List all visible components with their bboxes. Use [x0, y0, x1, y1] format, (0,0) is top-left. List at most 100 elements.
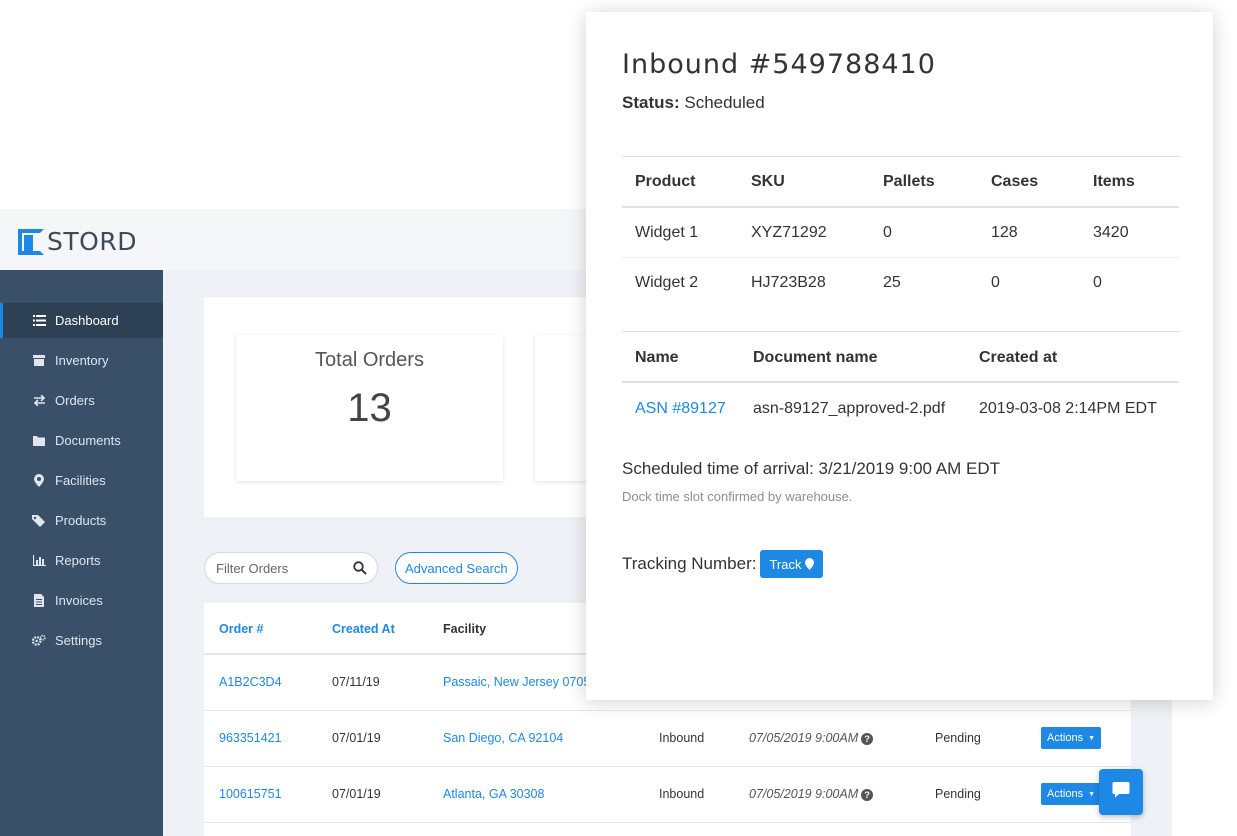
column-header-items: Items [1093, 173, 1135, 190]
modal-title: Inbound #549788410 [622, 49, 936, 80]
order-number-link[interactable]: 100615751 [219, 787, 282, 801]
table-row: Widget 2 HJ723B28 25 0 0 [622, 258, 1179, 308]
exchange-icon [32, 394, 46, 408]
map-marker-icon [804, 558, 814, 570]
column-header-pallets: Pallets [883, 173, 935, 190]
document-filename: asn-89127_approved-2.pdf [753, 400, 946, 417]
actions-dropdown-button[interactable]: Actions ▼ [1041, 727, 1102, 749]
arrival-time-text: 07/05/2019 9:00AM [749, 787, 859, 801]
column-header-created[interactable]: Created At [332, 622, 395, 636]
stord-logo[interactable]: STORD [18, 227, 137, 256]
order-type: Inbound [659, 731, 705, 745]
map-pin-icon [32, 474, 46, 488]
arrival-time: 07/05/2019 9:00AM? [749, 731, 874, 745]
table-row: 100615751 07/01/19 Atlanta, GA 30308 Inb… [204, 767, 1131, 823]
table-row: Widget 1 XYZ71292 0 128 3420 [622, 208, 1179, 258]
archive-icon [32, 354, 46, 368]
order-status: Pending [935, 787, 981, 801]
list-icon [32, 314, 46, 328]
table-row: 963351421 07/01/19 San Diego, CA 92104 I… [204, 711, 1131, 767]
help-icon[interactable]: ? [861, 733, 874, 745]
product-sku: XYZ71292 [751, 224, 827, 241]
advanced-search-button[interactable]: Advanced Search [395, 552, 518, 584]
track-label: Track [769, 556, 802, 572]
created-date: 07/01/19 [332, 787, 381, 801]
facility-link[interactable]: Passaic, New Jersey 07055 [443, 675, 597, 689]
sidebar-item-label: Orders [55, 393, 95, 408]
products-table-header: Product SKU Pallets Cases Items [622, 157, 1179, 208]
products-table: Product SKU Pallets Cases Items Widget 1… [622, 156, 1179, 308]
order-number-link[interactable]: A1B2C3D4 [219, 675, 282, 689]
arrival-time-text: 07/05/2019 9:00AM [749, 731, 859, 745]
folder-icon [32, 434, 46, 448]
sidebar-item-inventory[interactable]: Inventory [0, 343, 163, 378]
product-pallets: 25 [883, 274, 901, 291]
tracking-label: Tracking Number: [622, 554, 757, 573]
order-number-link[interactable]: 963351421 [219, 731, 282, 745]
sidebar-item-products[interactable]: Products [0, 503, 163, 538]
help-icon[interactable]: ? [861, 789, 874, 801]
product-name: Widget 1 [635, 224, 699, 241]
inbound-detail-modal: Inbound #549788410 Status: Scheduled Pro… [586, 12, 1213, 700]
sidebar-item-label: Settings [55, 633, 102, 648]
chat-button[interactable] [1099, 769, 1143, 815]
sidebar-item-label: Facilities [55, 473, 106, 488]
sidebar-item-label: Invoices [55, 593, 103, 608]
documents-table-header: Name Document name Created at [622, 332, 1179, 383]
filter-placeholder: Filter Orders [216, 560, 289, 576]
sidebar-item-label: Documents [55, 433, 121, 448]
column-header-order[interactable]: Order # [219, 622, 263, 636]
column-header-sku: SKU [751, 173, 785, 190]
sidebar-item-label: Inventory [55, 353, 109, 368]
actions-label: Actions [1047, 732, 1084, 744]
cogs-icon [32, 634, 46, 648]
created-date: 07/11/19 [332, 675, 380, 689]
column-header-facility: Facility [443, 622, 487, 636]
column-header-product: Product [635, 173, 696, 190]
total-orders-value: 13 [347, 386, 392, 430]
arrival-time: 07/05/2019 9:00AM? [749, 787, 874, 801]
arrival-note: Dock time slot confirmed by warehouse. [622, 489, 853, 504]
product-pallets: 0 [883, 224, 892, 241]
actions-dropdown-button[interactable]: Actions ▼ [1041, 783, 1102, 805]
chat-bubble-icon [1112, 781, 1130, 803]
status-label: Status: [622, 93, 680, 112]
sidebar-item-label: Products [55, 513, 107, 528]
sidebar-item-documents[interactable]: Documents [0, 423, 163, 458]
product-name: Widget 2 [635, 274, 699, 291]
file-icon [32, 594, 46, 608]
arrival-time-text: Scheduled time of arrival: 3/21/2019 9:0… [622, 459, 1000, 478]
facility-link[interactable]: Atlanta, GA 30308 [443, 787, 544, 801]
search-icon[interactable] [353, 561, 367, 578]
modal-status: Status: Scheduled [622, 93, 765, 113]
product-items: 3420 [1093, 224, 1129, 241]
tags-icon [32, 514, 46, 528]
actions-label: Actions [1047, 788, 1084, 800]
order-status: Pending [935, 731, 981, 745]
sidebar-item-settings[interactable]: Settings [0, 623, 163, 658]
sidebar-item-reports[interactable]: Reports [0, 543, 163, 578]
sidebar-item-orders[interactable]: Orders [0, 383, 163, 418]
column-header-document: Document name [753, 349, 878, 366]
sidebar-item-invoices[interactable]: Invoices [0, 583, 163, 618]
column-header-created: Created at [979, 349, 1058, 366]
caret-down-icon: ▼ [1088, 734, 1096, 742]
status-value: Scheduled [684, 93, 765, 112]
sidebar-item-facilities[interactable]: Facilities [0, 463, 163, 498]
track-button[interactable]: Track [760, 550, 823, 578]
product-cases: 0 [991, 274, 1000, 291]
column-header-cases: Cases [991, 173, 1039, 190]
product-items: 0 [1093, 274, 1102, 291]
total-orders-label: Total Orders [315, 349, 424, 371]
created-date: 07/01/19 [332, 731, 381, 745]
logo-mark-icon [18, 228, 44, 255]
product-cases: 128 [991, 224, 1018, 241]
sidebar: Dashboard Inventory Orders Documents Fac… [0, 270, 163, 836]
document-link[interactable]: ASN #89127 [635, 400, 726, 418]
filter-orders-input[interactable]: Filter Orders [204, 552, 378, 584]
caret-down-icon: ▼ [1088, 790, 1096, 798]
facility-link[interactable]: San Diego, CA 92104 [443, 731, 563, 745]
sidebar-item-dashboard[interactable]: Dashboard [0, 303, 163, 338]
brand-name: STORD [47, 227, 137, 256]
total-orders-card: Total Orders 13 [236, 335, 503, 481]
